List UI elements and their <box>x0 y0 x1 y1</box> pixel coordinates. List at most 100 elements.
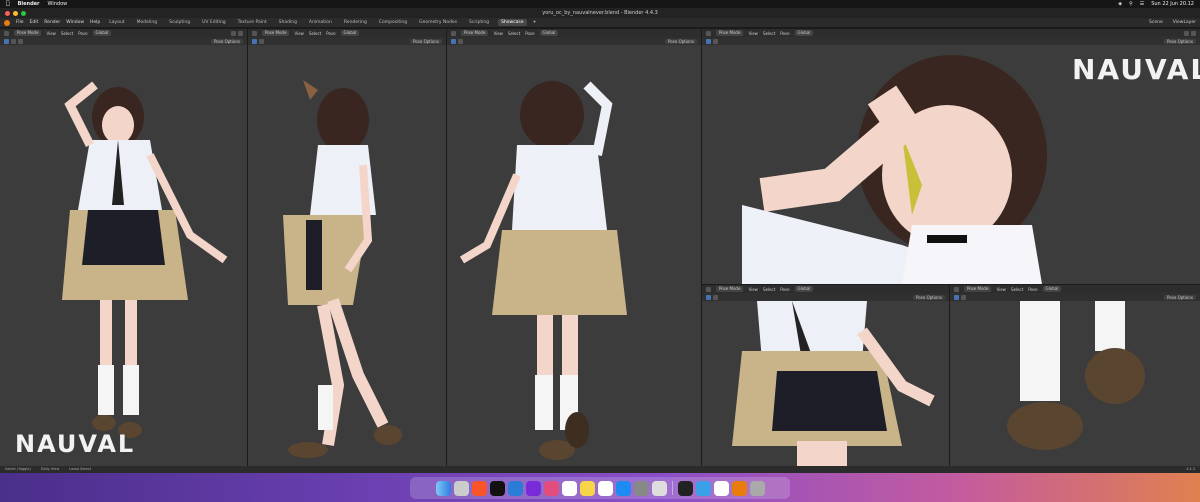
box-tool-icon[interactable] <box>458 38 463 44</box>
appstore-icon[interactable] <box>615 480 631 496</box>
select-menu[interactable]: Select <box>508 31 520 36</box>
tab-shading[interactable]: Shading <box>276 19 300 26</box>
view-menu[interactable]: View <box>996 287 1006 292</box>
transform-orientation[interactable]: Global <box>92 30 112 36</box>
box-tool-icon[interactable] <box>259 38 264 44</box>
control-center-icon[interactable]: ☰ <box>1140 0 1144 8</box>
tab-showcase[interactable]: Showcase <box>498 19 527 26</box>
calendar-icon[interactable] <box>597 480 613 496</box>
apple-icon[interactable]:  <box>6 0 10 8</box>
viewport-back[interactable]: Pose Mode View Select Pose Global Pose O… <box>447 29 701 466</box>
shading-icon[interactable] <box>231 30 236 36</box>
obs-icon[interactable] <box>677 480 693 496</box>
select-menu[interactable]: Select <box>61 31 73 36</box>
settings-icon[interactable] <box>633 480 649 496</box>
editor-type-icon[interactable] <box>954 286 959 292</box>
arc-icon[interactable] <box>543 480 559 496</box>
tab-texture-paint[interactable]: Texture Paint <box>235 19 270 26</box>
transform-orientation[interactable]: Global <box>794 286 814 292</box>
viewlayer-selector[interactable]: ViewLayer <box>1173 20 1196 25</box>
launchpad-icon[interactable] <box>453 480 469 496</box>
window-menu[interactable]: Window <box>48 0 68 8</box>
view-menu[interactable]: View <box>493 31 503 36</box>
finder-icon[interactable] <box>435 480 451 496</box>
firefox-icon[interactable] <box>525 480 541 496</box>
circle-tool-icon[interactable] <box>18 38 23 44</box>
menu-edit[interactable]: Edit <box>30 20 39 25</box>
mode-dropdown[interactable]: Pose Mode <box>716 30 744 36</box>
editor-type-icon[interactable] <box>706 286 711 292</box>
editor-type-icon[interactable] <box>451 30 456 36</box>
add-workspace-icon[interactable]: + <box>533 20 537 25</box>
viewport-canvas[interactable]: NAUVAL <box>702 45 1200 284</box>
pose-menu[interactable]: Pose <box>78 31 87 36</box>
menu-help[interactable]: Help <box>90 20 100 25</box>
overlay-icon[interactable] <box>1191 30 1196 36</box>
mode-dropdown[interactable]: Pose Mode <box>14 30 42 36</box>
pose-menu[interactable]: Pose <box>525 31 534 36</box>
viewport-canvas[interactable] <box>248 45 446 466</box>
view-menu[interactable]: View <box>748 31 758 36</box>
box-tool-icon[interactable] <box>11 38 16 44</box>
photos-icon[interactable] <box>561 480 577 496</box>
select-menu[interactable]: Select <box>763 287 775 292</box>
view-menu[interactable]: View <box>748 287 758 292</box>
select-tool-icon[interactable] <box>954 294 959 300</box>
trash-icon[interactable] <box>749 480 765 496</box>
transform-orientation[interactable]: Global <box>794 30 814 36</box>
pose-options[interactable]: Pose Options <box>1164 38 1196 44</box>
tab-uv-editing[interactable]: UV Editing <box>199 19 228 26</box>
mode-dropdown[interactable]: Pose Mode <box>461 30 489 36</box>
select-menu[interactable]: Select <box>763 31 775 36</box>
editor-type-icon[interactable] <box>4 30 9 36</box>
blender-logo-icon[interactable] <box>4 19 10 26</box>
select-menu[interactable]: Select <box>309 31 321 36</box>
pose-menu[interactable]: Pose <box>1028 287 1037 292</box>
safari-icon[interactable] <box>695 480 711 496</box>
viewport-side[interactable]: Pose Mode View Select Pose Global Pose O… <box>248 29 446 466</box>
pose-menu[interactable]: Pose <box>326 31 335 36</box>
viewport-canvas[interactable] <box>950 301 1200 466</box>
search-icon[interactable]: ⚲ <box>1129 0 1133 8</box>
tab-rendering[interactable]: Rendering <box>341 19 370 26</box>
overlay-icon[interactable] <box>238 30 243 36</box>
box-tool-icon[interactable] <box>713 294 718 300</box>
editor-type-icon[interactable] <box>252 30 257 36</box>
minimize-icon[interactable] <box>13 11 18 16</box>
pose-options[interactable]: Pose Options <box>410 38 442 44</box>
pose-menu[interactable]: Pose <box>780 31 789 36</box>
tab-layout[interactable]: Layout <box>106 19 127 26</box>
brave-icon[interactable] <box>471 480 487 496</box>
viewport-canvas[interactable] <box>447 45 701 466</box>
clock[interactable]: Sun 22 Jun 20.12 <box>1151 0 1194 8</box>
tab-compositing[interactable]: Compositing <box>376 19 410 26</box>
select-tool-icon[interactable] <box>252 38 257 44</box>
editor-type-icon[interactable] <box>706 30 711 36</box>
viewport-closeup-shoes[interactable]: Pose Mode View Select Pose Global Pose O… <box>950 285 1200 466</box>
viewport-canvas[interactable] <box>702 301 949 466</box>
pose-options[interactable]: Pose Options <box>1164 294 1196 300</box>
menu-window[interactable]: Window <box>66 20 84 25</box>
viewport-front[interactable]: Pose Mode View Select Pose Global Pose O… <box>0 29 247 466</box>
transform-orientation[interactable]: Global <box>539 30 559 36</box>
tab-sculpting[interactable]: Sculpting <box>166 19 193 26</box>
transform-orientation[interactable]: Global <box>340 30 360 36</box>
wifi-icon[interactable]: ◈ <box>1118 0 1122 8</box>
blender-icon[interactable] <box>731 480 747 496</box>
pose-options[interactable]: Pose Options <box>913 294 945 300</box>
select-tool-icon[interactable] <box>4 38 9 44</box>
viewport-closeup-skirt[interactable]: Pose Mode View Select Pose Global Pose O… <box>702 285 949 466</box>
pose-options[interactable]: Pose Options <box>665 38 697 44</box>
tab-scripting[interactable]: Scripting <box>466 19 492 26</box>
capcut-icon[interactable] <box>489 480 505 496</box>
transform-orientation[interactable]: Global <box>1042 286 1062 292</box>
select-tool-icon[interactable] <box>706 294 711 300</box>
mode-dropdown[interactable]: Pose Mode <box>964 286 992 292</box>
notes-icon[interactable] <box>579 480 595 496</box>
tab-modeling[interactable]: Modeling <box>134 19 160 26</box>
select-tool-icon[interactable] <box>451 38 456 44</box>
box-tool-icon[interactable] <box>961 294 966 300</box>
menu-file[interactable]: File <box>16 20 24 25</box>
pages-icon[interactable] <box>651 480 667 496</box>
shading-icon[interactable] <box>1184 30 1189 36</box>
